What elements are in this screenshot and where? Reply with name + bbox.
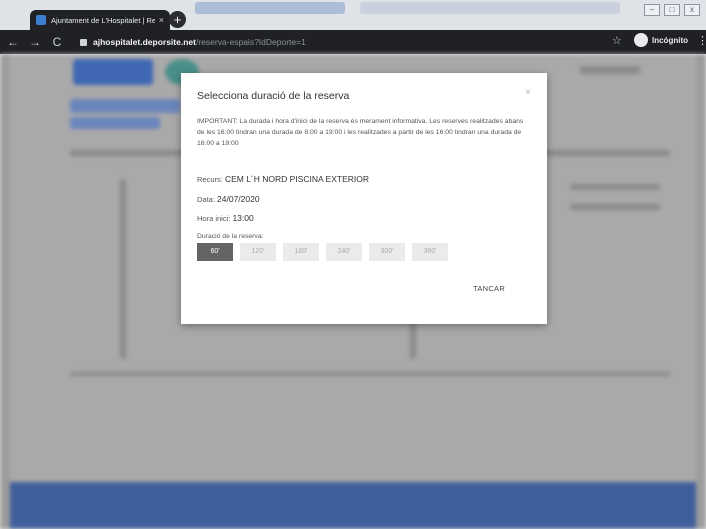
incognito-icon xyxy=(634,33,648,47)
hora-value: 13:00 xyxy=(232,213,254,223)
modal-close-icon[interactable]: × xyxy=(525,87,531,98)
new-tab-button[interactable]: + xyxy=(169,11,186,28)
durada-label: Duració de la reserva: xyxy=(197,233,264,240)
duration-button-60[interactable]: 60' xyxy=(197,243,233,261)
lock-icon xyxy=(80,38,87,46)
duration-modal: Selecciona duració de la reserva × IMPOR… xyxy=(181,73,547,324)
tabstrip-blur xyxy=(360,2,620,14)
forward-arrow-icon[interactable]: → xyxy=(26,35,44,49)
blurred-block xyxy=(570,204,660,210)
blurred-block xyxy=(70,117,160,129)
duration-options: 60' 120' 180' 240' 300' 360' xyxy=(197,243,448,261)
blurred-block xyxy=(70,372,670,376)
browser-toolbar: ← → C ajhospitalet.deporsite.net /reserv… xyxy=(0,30,706,54)
blurred-block xyxy=(70,99,180,113)
blurred-block xyxy=(73,59,153,85)
window-close-button[interactable]: x xyxy=(684,4,700,16)
browser-menu-icon[interactable]: ⋮ xyxy=(697,34,706,47)
incognito-label: Incógnito xyxy=(652,35,688,45)
hora-row: Hora inici: 13:00 xyxy=(197,213,254,223)
tab-close-icon[interactable]: × xyxy=(159,15,164,25)
duration-button-120[interactable]: 120' xyxy=(240,243,276,261)
blurred-block xyxy=(570,184,660,190)
reload-icon[interactable]: C xyxy=(48,35,66,49)
blurred-block xyxy=(580,66,640,74)
modal-title: Selecciona duració de la reserva xyxy=(197,90,350,102)
data-label: Data: xyxy=(197,195,215,204)
data-row: Data: 24/07/2020 xyxy=(197,194,260,204)
important-notice: IMPORTANT: La durada i hora d'inici de l… xyxy=(197,118,524,147)
back-arrow-icon[interactable]: ← xyxy=(4,35,22,49)
browser-tab[interactable]: Ajuntament de L'Hospitalet | Re × xyxy=(30,10,170,30)
browser-tab-strip: Ajuntament de L'Hospitalet | Re × + – □ … xyxy=(0,0,706,30)
duration-button-300[interactable]: 300' xyxy=(369,243,405,261)
tab-title: Ajuntament de L'Hospitalet | Re xyxy=(51,15,155,25)
url-host: ajhospitalet.deporsite.net xyxy=(93,37,196,47)
blurred-block xyxy=(120,179,126,359)
bookmark-star-icon[interactable]: ☆ xyxy=(612,34,622,47)
hora-label: Hora inici: xyxy=(197,214,231,223)
tancar-button[interactable]: TANCAR xyxy=(473,284,505,293)
url-path: /reserva-espais?IdDeporte=1 xyxy=(195,37,306,47)
page-footer-blurred xyxy=(10,482,696,529)
duration-button-360[interactable]: 360' xyxy=(412,243,448,261)
recurs-value: CEM L´H NORD PISCINA EXTERIOR xyxy=(224,174,369,184)
minimize-button[interactable]: – xyxy=(644,4,660,16)
data-value: 24/07/2020 xyxy=(217,194,260,204)
recurs-label: Recurs: xyxy=(197,175,223,184)
duration-button-240[interactable]: 240' xyxy=(326,243,362,261)
tabstrip-blur xyxy=(195,2,345,14)
maximize-button[interactable]: □ xyxy=(664,4,680,16)
window-controls: – □ x xyxy=(644,4,700,16)
duration-button-180[interactable]: 180' xyxy=(283,243,319,261)
site-favicon-icon xyxy=(36,15,46,25)
recurs-row: Recurs: CEM L´H NORD PISCINA EXTERIOR xyxy=(197,174,369,184)
address-bar[interactable]: ajhospitalet.deporsite.net /reserva-espa… xyxy=(80,33,626,51)
incognito-indicator[interactable]: Incógnito xyxy=(634,33,688,47)
